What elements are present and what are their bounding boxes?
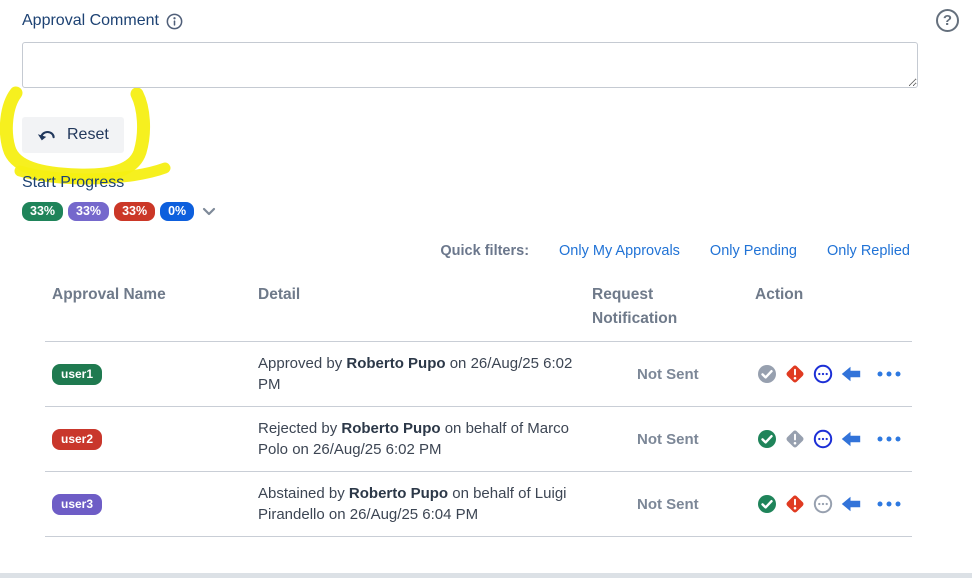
action-cell: [755, 364, 912, 384]
user-badge[interactable]: user1: [52, 364, 102, 385]
detail-cell: Rejected by Roberto Pupo on behalf of Ma…: [258, 418, 592, 460]
filter-only-my-approvals[interactable]: Only My Approvals: [559, 243, 680, 259]
start-progress-label[interactable]: Start Progress: [22, 174, 124, 192]
progress-badge-pending[interactable]: 0%: [160, 202, 194, 221]
action-cell: [755, 429, 912, 449]
bottom-divider: [0, 573, 972, 578]
comment-icon[interactable]: [813, 364, 833, 384]
approvals-table: Approval Name Detail Request Notificatio…: [45, 283, 912, 537]
reply-icon[interactable]: [841, 429, 861, 449]
filter-only-replied[interactable]: Only Replied: [827, 243, 910, 259]
table-row: user3 Abstained by Roberto Pupo on behal…: [45, 472, 912, 537]
comment-icon[interactable]: [813, 494, 833, 514]
undo-arrow-icon: [37, 128, 58, 143]
info-icon[interactable]: [166, 13, 183, 30]
approval-comment-label: Approval Comment: [22, 12, 159, 30]
reject-icon[interactable]: [785, 494, 805, 514]
column-header-approval-name: Approval Name: [45, 283, 258, 307]
notification-status: Not Sent: [592, 496, 755, 513]
approval-name-cell: user3: [45, 494, 258, 515]
reset-button[interactable]: Reset: [22, 117, 124, 153]
table-header: Approval Name Detail Request Notificatio…: [45, 283, 912, 342]
filter-only-pending[interactable]: Only Pending: [710, 243, 797, 259]
detail-text: Rejected by: [258, 420, 341, 437]
approve-icon[interactable]: [757, 429, 777, 449]
reply-icon[interactable]: [841, 494, 861, 514]
table-row: user1 Approved by Roberto Pupo on 26/Aug…: [45, 342, 912, 407]
reject-icon[interactable]: [785, 429, 805, 449]
notification-status: Not Sent: [592, 366, 755, 383]
column-header-detail: Detail: [258, 283, 592, 307]
more-actions-icon[interactable]: [877, 436, 901, 442]
reject-icon[interactable]: [785, 364, 805, 384]
actor-name: Roberto Pupo: [346, 355, 445, 372]
column-header-action: Action: [755, 283, 912, 307]
detail-text: Approved by: [258, 355, 346, 372]
actor-name: Roberto Pupo: [341, 420, 440, 437]
progress-badge-rejected[interactable]: 33%: [114, 202, 155, 221]
approval-name-cell: user2: [45, 429, 258, 450]
comment-icon[interactable]: [813, 429, 833, 449]
reset-button-label: Reset: [67, 126, 109, 144]
actor-name: Roberto Pupo: [349, 485, 448, 502]
more-actions-icon[interactable]: [877, 501, 901, 507]
help-icon[interactable]: ?: [936, 9, 959, 32]
approve-icon[interactable]: [757, 364, 777, 384]
progress-badge-abstained[interactable]: 33%: [68, 202, 109, 221]
user-badge[interactable]: user3: [52, 494, 102, 515]
user-badge[interactable]: user2: [52, 429, 102, 450]
chevron-down-icon[interactable]: [202, 207, 216, 216]
action-cell: [755, 494, 912, 514]
field-label-row: Approval Comment: [22, 12, 183, 30]
column-header-request-notification: Request Notification: [592, 283, 702, 331]
approval-name-cell: user1: [45, 364, 258, 385]
quick-filters-label: Quick filters:: [440, 243, 529, 259]
progress-badges: 33% 33% 33% 0%: [22, 202, 216, 221]
approval-panel: Approval Comment ? Reset Start Progress …: [0, 0, 972, 583]
table-row: user2 Rejected by Roberto Pupo on behalf…: [45, 407, 912, 472]
more-actions-icon[interactable]: [877, 371, 901, 377]
detail-text: Abstained by: [258, 485, 349, 502]
detail-cell: Approved by Roberto Pupo on 26/Aug/25 6:…: [258, 353, 592, 395]
notification-status: Not Sent: [592, 431, 755, 448]
approve-icon[interactable]: [757, 494, 777, 514]
approval-comment-input[interactable]: [22, 42, 918, 88]
reply-icon[interactable]: [841, 364, 861, 384]
detail-cell: Abstained by Roberto Pupo on behalf of L…: [258, 483, 592, 525]
progress-badge-approved[interactable]: 33%: [22, 202, 63, 221]
quick-filters: Quick filters: Only My Approvals Only Pe…: [440, 243, 910, 259]
